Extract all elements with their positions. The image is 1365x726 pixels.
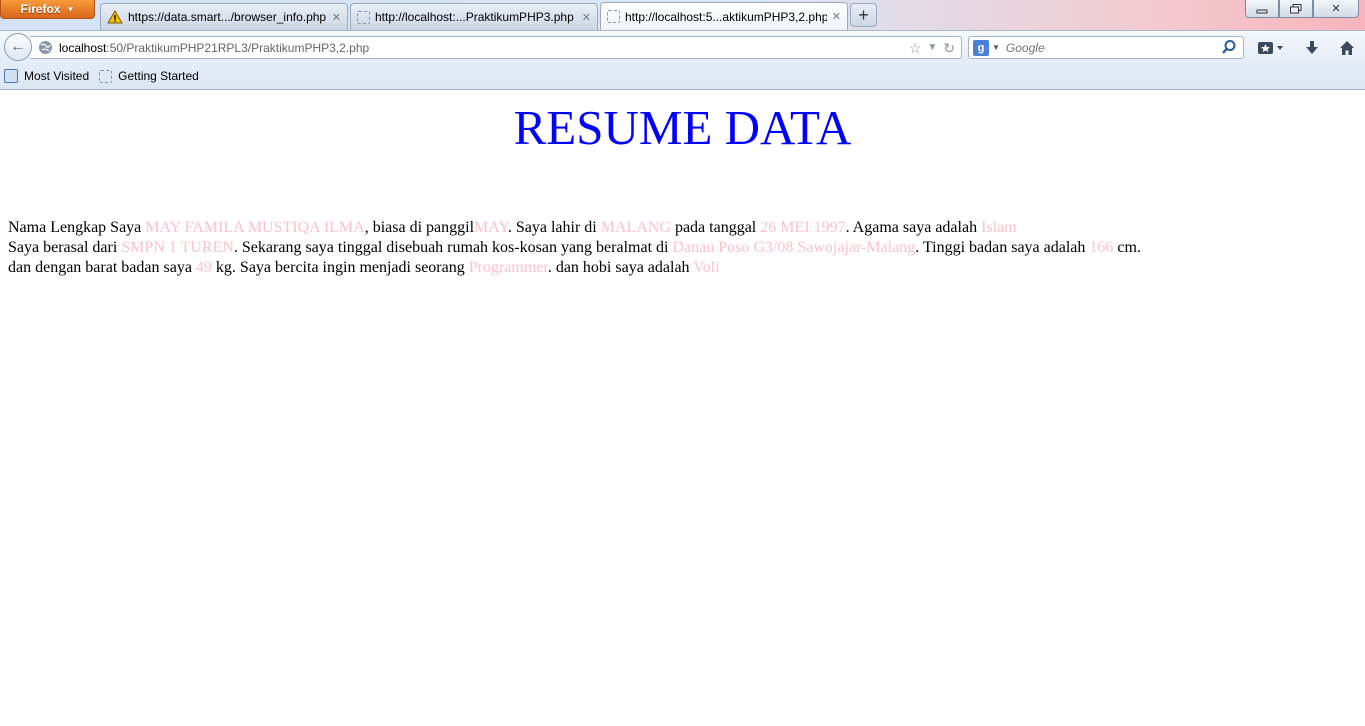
static-text: Saya berasal dari [8, 239, 122, 256]
kota-lahir-value: MALANG [600, 219, 671, 236]
nama-value: MAY FAMILA MUSTIQA ILMA [145, 219, 365, 236]
firefox-menu-button[interactable]: Firefox ▼ [0, 0, 95, 19]
static-text: . Tinggi badan saya adalah [915, 239, 1090, 256]
download-icon [1306, 41, 1318, 54]
history-dropdown-icon[interactable]: ▼ [927, 42, 937, 57]
chevron-down-icon: ▼ [66, 4, 75, 14]
static-text: Nama Lengkap Saya [8, 219, 146, 236]
static-text: , biasa di panggil [364, 219, 475, 236]
static-text: pada tanggal [670, 219, 761, 236]
bookmark-label: Getting Started [118, 69, 199, 83]
tab-title: http://localhost:...PraktikumPHP3.php [375, 10, 574, 24]
home-button[interactable] [1336, 38, 1358, 58]
search-bar[interactable]: g ▼ [968, 36, 1244, 59]
bookmark-most-visited[interactable]: Most Visited [4, 69, 89, 83]
globe-icon [38, 40, 53, 55]
reload-icon[interactable]: ↻ [943, 40, 955, 57]
chevron-down-icon[interactable]: ▼ [992, 43, 1000, 52]
window-controls: ✕ [1245, 0, 1359, 18]
bookmarks-menu-button[interactable] [1256, 38, 1286, 58]
home-icon [1340, 41, 1354, 55]
page-icon [99, 69, 113, 83]
tanggal-value: 26 MEI 1997 [760, 219, 846, 236]
close-tab-icon[interactable]: ✕ [332, 11, 341, 24]
close-icon: ✕ [1331, 3, 1341, 15]
title-bar: Firefox ▼ https://data.smart.../browser_… [0, 0, 1365, 30]
resume-line-3: dan dengan barat badan saya 49 kg. Saya … [8, 258, 1357, 278]
warning-icon [107, 10, 123, 24]
page-title: RESUME DATA [513, 100, 852, 155]
bookmark-star-icon[interactable]: ☆ [909, 40, 922, 57]
downloads-button[interactable] [1301, 38, 1323, 58]
bookmarks-star-icon [1258, 42, 1283, 54]
hobi-value: Voli [693, 259, 720, 276]
static-text: . Saya lahir di [507, 219, 601, 236]
minimize-button[interactable] [1245, 0, 1279, 18]
static-text: . Sekarang saya tinggal disebuah rumah k… [233, 239, 673, 256]
url-path: :50/PraktikumPHP21RPL3/PraktikumPHP3,2.p… [106, 40, 370, 55]
restore-button[interactable] [1279, 0, 1313, 18]
most-visited-icon [4, 69, 18, 83]
plus-icon: + [858, 4, 869, 25]
url-host: localhost [59, 40, 107, 55]
google-icon: g [973, 39, 989, 56]
tab-praktikum-php3[interactable]: http://localhost:...PraktikumPHP3.php ✕ [350, 3, 598, 30]
berat-value: 49 [195, 259, 212, 276]
static-text: kg. Saya bercita ingin menjadi seorang [211, 259, 469, 276]
new-tab-button[interactable]: + [850, 3, 877, 27]
static-text: dan dengan barat badan saya [8, 259, 196, 276]
bookmark-getting-started[interactable]: Getting Started [99, 69, 199, 83]
tab-browser-info[interactable]: https://data.smart.../browser_info.php ✕ [100, 3, 348, 30]
resume-text: Nama Lengkap Saya MAY FAMILA MUSTIQA ILM… [8, 218, 1357, 278]
tinggi-value: 166 [1089, 239, 1114, 256]
close-window-button[interactable]: ✕ [1313, 0, 1359, 18]
bookmark-label: Most Visited [24, 69, 90, 83]
tab-praktikum-php3-2[interactable]: http://localhost:5...aktikumPHP3,2.php ✕ [600, 2, 848, 30]
tab-title: http://localhost:5...aktikumPHP3,2.php [625, 9, 827, 24]
back-button[interactable]: ← [4, 33, 32, 61]
search-icon[interactable] [1221, 39, 1237, 55]
firefox-menu-label: Firefox [20, 2, 61, 16]
resume-line-2: Saya berasal dari SMPN 1 TUREN. Sekarang… [8, 238, 1357, 258]
page-icon [607, 10, 620, 23]
page-content: RESUME DATA Nama Lengkap Saya MAY FAMILA… [0, 91, 1365, 726]
restore-icon [1290, 3, 1302, 13]
agama-value: Islam [981, 219, 1017, 236]
resume-line-1: Nama Lengkap Saya MAY FAMILA MUSTIQA ILM… [8, 218, 1357, 238]
sekolah-value: SMPN 1 TUREN [121, 239, 234, 256]
back-arrow-icon: ← [10, 38, 26, 55]
bookmarks-toolbar: Most Visited Getting Started [0, 63, 1365, 90]
static-text: cm. [1113, 239, 1141, 256]
minimize-icon [1256, 9, 1268, 13]
cita-value: Programmer [468, 259, 548, 276]
static-text: . Agama saya adalah [845, 219, 982, 236]
navigation-bar: localhost:50/PraktikumPHP21RPL3/Praktiku… [0, 30, 1365, 63]
tab-title: https://data.smart.../browser_info.php [128, 10, 327, 24]
close-tab-icon[interactable]: ✕ [832, 10, 841, 23]
close-tab-icon[interactable]: ✕ [582, 11, 591, 24]
static-text: . dan hobi saya adalah [547, 259, 694, 276]
page-icon [357, 10, 370, 24]
url-bar[interactable]: localhost:50/PraktikumPHP21RPL3/Praktiku… [30, 36, 962, 59]
panggilan-value: MAY [474, 219, 508, 236]
url-actions: ☆ ▼ ↻ [909, 40, 955, 57]
search-input[interactable] [1005, 40, 1221, 55]
alamat-value: Danau Poso G3/08 Sawojajar-Malang [672, 239, 916, 256]
